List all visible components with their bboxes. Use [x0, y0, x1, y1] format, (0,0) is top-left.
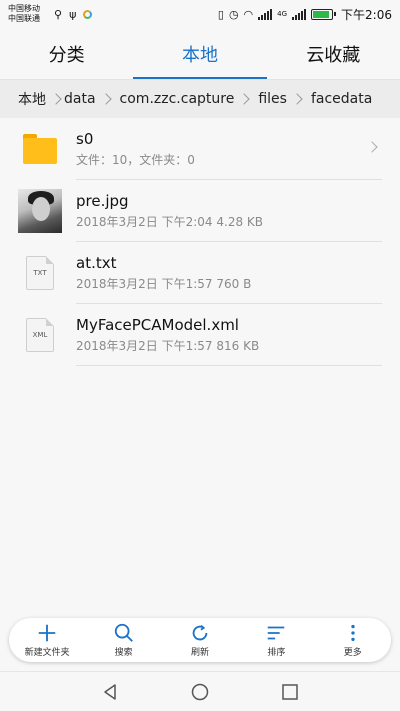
battery-icon [311, 8, 337, 20]
list-item-file[interactable]: TXT at.txt 2018年3月2日 下午1:57 760 B [0, 242, 400, 304]
search-icon [114, 623, 133, 642]
file-name: at.txt [76, 253, 117, 272]
file-meta: 2018年3月2日 下午1:57 760 B [76, 276, 252, 291]
sort-label: 排序 [267, 648, 286, 658]
alarm-icon: ◷ [228, 7, 239, 21]
carrier-1: 中国移动 [8, 4, 40, 13]
search-button[interactable]: 搜索 [89, 622, 159, 658]
usb-debug-icon: ψ [69, 7, 77, 21]
usb-icon: ⚲ [54, 7, 63, 21]
list-item-info: at.txt 2018年3月2日 下午1:57 760 B [76, 242, 382, 304]
list-item-file[interactable]: XML MyFacePCAModel.xml 2018年3月2日 下午1:57 … [0, 304, 400, 366]
refresh-label: 刷新 [190, 648, 209, 658]
breadcrumb-root[interactable]: 本地 [18, 89, 46, 109]
file-meta: 2018年3月2日 下午1:57 816 KB [76, 338, 260, 353]
folder-icon [18, 127, 62, 171]
home-icon[interactable] [190, 682, 210, 702]
tab-bar: 分类 本地 云收藏 [0, 28, 400, 80]
new-folder-button[interactable]: 新建文件夹 [12, 622, 82, 658]
list-item-info: pre.jpg 2018年3月2日 下午2:04 4.28 KB [76, 180, 382, 242]
sort-button[interactable]: 排序 [241, 622, 311, 658]
list-item-file[interactable]: pre.jpg 2018年3月2日 下午2:04 4.28 KB [0, 180, 400, 242]
image-thumbnail [18, 189, 62, 233]
refresh-button[interactable]: 刷新 [165, 622, 235, 658]
system-nav-bar [0, 671, 400, 711]
list-item-info: s0 文件：10，文件夹：0 [76, 118, 382, 180]
system-icons: ▯ ◷ ◠ 4G 下午2:06 [218, 6, 392, 23]
file-type-badge: TXT [26, 256, 54, 290]
wifi-icon: ◠ [243, 7, 254, 21]
chevron-right-icon [99, 93, 112, 105]
tab-category[interactable]: 分类 [0, 28, 133, 79]
recents-icon[interactable] [280, 682, 300, 702]
clock: 下午2:06 [341, 7, 392, 22]
signal-icon [258, 8, 273, 20]
signal-icon-2 [292, 8, 307, 20]
file-meta: 2018年3月2日 下午2:04 4.28 KB [76, 214, 264, 229]
bottom-toolbar: 新建文件夹 搜索 刷新 排序 更多 [9, 618, 391, 662]
list-item-info: MyFacePCAModel.xml 2018年3月2日 下午1:57 816 … [76, 304, 382, 366]
breadcrumb: 本地 data com.zzc.capture files facedata [0, 80, 400, 118]
new-folder-label: 新建文件夹 [24, 648, 70, 658]
breadcrumb-item[interactable]: files [258, 91, 287, 107]
xml-file-icon: XML [18, 313, 62, 357]
notification-icons: ⚲ ψ [54, 7, 93, 21]
plus-icon [38, 624, 56, 642]
search-label: 搜索 [114, 648, 133, 658]
breadcrumb-item[interactable]: data [64, 91, 96, 107]
network-type: 4G [277, 9, 288, 18]
app-notification-icon [83, 9, 93, 19]
list-item-folder[interactable]: s0 文件：10，文件夹：0 [0, 118, 400, 180]
file-name: MyFacePCAModel.xml [76, 315, 239, 334]
tab-local[interactable]: 本地 [133, 28, 267, 79]
chevron-right-icon [291, 93, 303, 105]
back-icon[interactable] [100, 682, 120, 702]
file-type-badge: XML [26, 318, 54, 352]
refresh-icon [192, 624, 208, 641]
status-bar: 中国移动 中国联通 ⚲ ψ ▯ ◷ ◠ 4G 下午2:06 [0, 0, 400, 28]
chevron-right-icon [50, 93, 62, 105]
more-label: 更多 [343, 648, 362, 658]
more-button[interactable]: 更多 [318, 622, 388, 658]
chevron-right-icon [238, 93, 251, 105]
carrier-2: 中国联通 [8, 14, 40, 23]
file-name: pre.jpg [76, 191, 129, 210]
file-name: s0 [76, 129, 94, 148]
file-meta: 文件：10，文件夹：0 [76, 152, 195, 167]
txt-file-icon: TXT [18, 251, 62, 295]
vibrate-icon: ▯ [217, 7, 224, 21]
file-list: s0 文件：10，文件夹：0 pre.jpg 2018年3月2日 下午2:04 … [0, 118, 400, 366]
tab-cloud-favorites[interactable]: 云收藏 [267, 28, 400, 79]
battery-fill [313, 10, 330, 18]
breadcrumb-item[interactable]: com.zzc.capture [120, 91, 235, 107]
sort-icon [268, 626, 285, 640]
carrier-info: 中国移动 中国联通 [8, 4, 50, 24]
breadcrumb-item-current[interactable]: facedata [311, 91, 372, 107]
more-vertical-icon [351, 624, 355, 642]
